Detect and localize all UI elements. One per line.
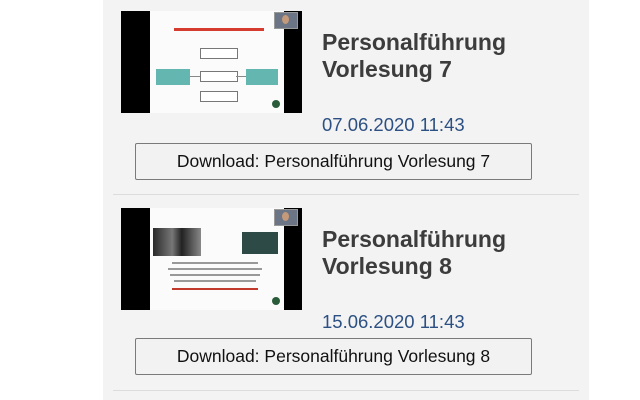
video-title: Personalführung Vorlesung 8 — [322, 226, 582, 280]
video-title-line: Vorlesung 7 — [322, 56, 452, 82]
video-thumbnail[interactable] — [121, 208, 302, 310]
download-button[interactable]: Download: Personalführung Vorlesung 7 — [135, 143, 532, 180]
slide-text — [172, 262, 258, 264]
video-thumbnail[interactable] — [121, 11, 302, 113]
video-title-line: Personalführung — [322, 29, 507, 55]
download-button[interactable]: Download: Personalführung Vorlesung 8 — [135, 338, 532, 375]
logo-icon — [272, 297, 280, 305]
slide-preview — [150, 11, 284, 113]
slide-preview — [150, 208, 284, 310]
slide-box — [200, 48, 238, 59]
slide-arrow — [236, 76, 246, 77]
video-date: 15.06.2020 11:43 — [322, 311, 465, 332]
slide-text — [168, 268, 262, 270]
separator — [113, 390, 579, 391]
slide-box — [246, 69, 278, 85]
video-list-panel: Personalführung Vorlesung 7 07.06.2020 1… — [103, 0, 589, 400]
slide-box — [200, 71, 238, 82]
slide-quote — [172, 288, 258, 290]
video-title-line: Personalführung — [322, 226, 507, 252]
webcam-overlay — [274, 209, 298, 226]
slide-box — [156, 69, 190, 85]
slide-photo — [153, 228, 201, 256]
video-date: 07.06.2020 11:43 — [322, 114, 465, 135]
video-title: Personalführung Vorlesung 7 — [322, 29, 582, 83]
video-item: Personalführung Vorlesung 8 15.06.2020 1… — [103, 196, 589, 392]
video-title-line: Vorlesung 8 — [322, 253, 452, 279]
video-item: Personalführung Vorlesung 7 07.06.2020 1… — [103, 0, 589, 196]
slide-heading — [174, 28, 264, 31]
slide-text — [174, 280, 256, 282]
slide-box — [200, 91, 238, 102]
slide-title-box — [242, 232, 278, 254]
logo-icon — [272, 100, 280, 108]
slide-text — [170, 274, 260, 276]
webcam-overlay — [274, 12, 298, 29]
separator — [113, 194, 579, 195]
slide-arrow — [190, 76, 200, 77]
